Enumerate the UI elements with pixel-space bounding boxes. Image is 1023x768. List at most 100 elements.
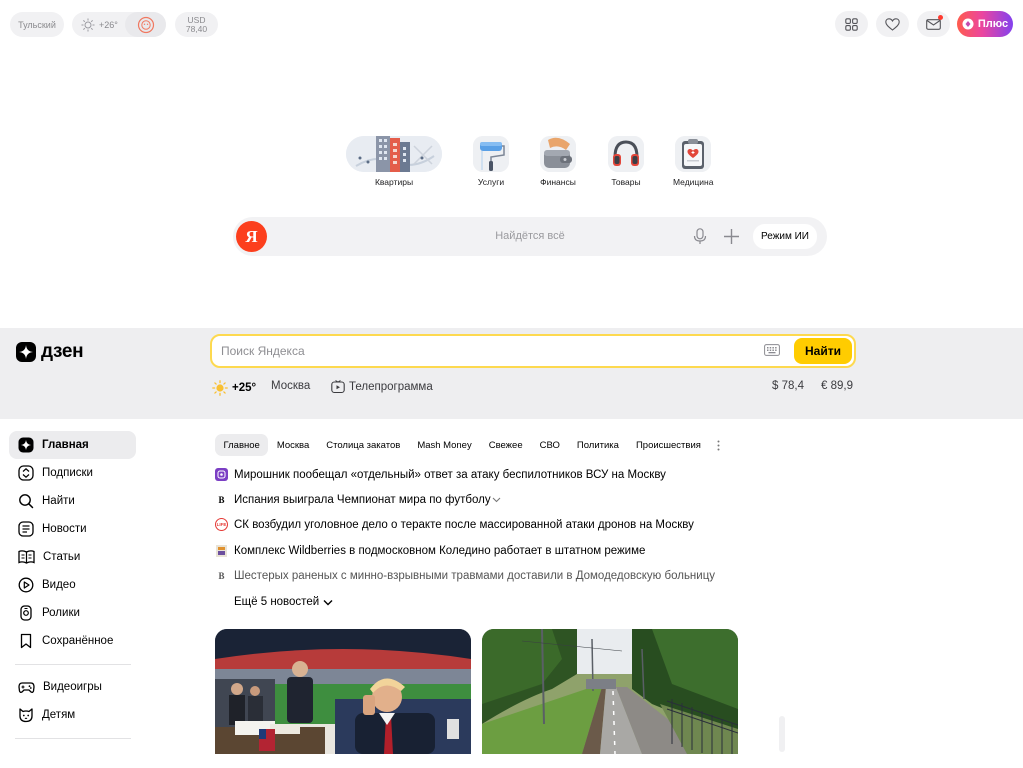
search-icon [19,494,34,509]
sidebar-divider [15,738,131,739]
service-label: Финансы [540,177,576,187]
tab-fresh[interactable]: Свежее [480,434,531,456]
storm-face-icon [137,16,154,33]
home-icon [18,437,34,453]
sidebar-item-label: Подписки [42,467,93,479]
eur-rate[interactable]: € 89,9 [821,380,853,392]
sidebar-item-articles[interactable]: Статьи [9,543,136,571]
news-item[interactable]: LIFE СК возбудил уголовное дело о теракт… [215,518,694,531]
keyboard-icon[interactable] [764,344,780,356]
tv-program-link[interactable]: Телепрограмма [331,380,433,394]
feed-scroll-indicator[interactable] [779,716,785,752]
services-grid-button[interactable] [835,11,868,37]
tab-svo[interactable]: СВО [531,434,568,456]
more-vertical-icon [717,440,720,450]
tab-politics[interactable]: Политика [568,434,627,456]
news-source-icon: B [218,494,225,505]
service-medicina[interactable]: Медицина [673,136,713,187]
medical-clipboard-icon [675,136,712,172]
tab-moscow[interactable]: Москва [268,434,317,456]
grid-icon [845,17,858,31]
service-kvartiry[interactable]: Квартиры [346,136,442,187]
dzen-city-link[interactable]: Москва [271,380,310,392]
feed-card-image[interactable] [482,629,738,754]
mail-button[interactable] [917,11,950,37]
sidebar-item-search[interactable]: Найти [9,487,136,515]
sidebar-item-label: Главная [42,439,89,451]
sidebar-item-home[interactable]: Главная [9,431,136,459]
news-source-icon [215,468,228,481]
tab-mash-money[interactable]: Mash Money [409,434,480,456]
tab-incidents[interactable]: Происшествия [627,434,709,456]
magnetic-storm-badge[interactable] [125,12,166,37]
more-news-button[interactable]: Ещё 5 новостей [234,596,333,608]
usd-rate[interactable]: $ 78,4 [772,380,804,392]
sidebar-item-label: Видео [42,579,76,591]
paint-roller-icon [473,136,509,172]
news-photo [215,629,471,754]
wallet-icon [540,136,576,172]
yandex-search-input[interactable]: Поиск Яндекса [221,344,305,358]
microphone-icon[interactable] [693,228,707,245]
sidebar-item-video[interactable]: Видео [9,571,136,599]
service-label: Медицина [673,177,714,187]
news-item[interactable]: B Шестерых раненых с минно-взрывными тра… [215,569,715,582]
sidebar-item-label: Ролики [42,607,80,619]
sidebar-item-videogames[interactable]: Видеоигры [9,673,136,701]
currency-pill[interactable]: USD 78,40 [175,12,218,37]
dzen-logo[interactable]: дзен [16,341,84,363]
eur-rate-value: € 89,9 [821,380,853,392]
region-pill[interactable]: Тульский [10,12,64,37]
sidebar-item-label: Видеоигры [43,681,102,693]
service-tovary[interactable]: Товары [608,136,644,187]
plus-label: Плюс [977,18,1009,30]
plus-logo-icon [962,18,974,30]
service-label: Товары [611,177,641,187]
sidebar-item-label: Статьи [43,551,81,563]
dzen-city: Москва [271,380,311,392]
dzen-star-icon [16,342,36,362]
find-button[interactable]: Найти [794,338,852,364]
chevron-down-icon [492,497,500,502]
weather-pill[interactable]: +26° [72,12,166,37]
news-item[interactable]: Комплекс Wildberries в подмосковном Коле… [215,544,645,557]
news-title: Испания выиграла Чемпионат мира по футбо… [234,493,491,506]
building-icon [346,136,442,172]
sidebar-item-label: Сохранённое [42,635,114,647]
ai-mode-button[interactable]: Режим ИИ [753,224,817,249]
articles-icon [18,550,35,564]
region-label: Тульский [18,19,56,30]
favorites-button[interactable] [876,11,909,37]
yandex-search-box[interactable]: Поиск Яндекса Найти [210,334,856,368]
dzen-weather[interactable]: +25° [212,380,256,396]
service-uslugi[interactable]: Услуги [473,136,509,187]
currency-value: 78,40 [185,23,208,34]
gamepad-icon [18,682,35,693]
mail-icon [926,18,941,30]
news-item[interactable]: Мирошник пообещал «отдельный» ответ за а… [215,468,666,481]
news-photo [482,629,738,754]
sidebar-item-shorts[interactable]: Ролики [9,599,136,627]
plus-button[interactable]: Плюс [957,11,1013,37]
dzen-logo-text: дзен [41,341,84,362]
news-title: СК возбудил уголовное дело о теракте пос… [234,518,694,531]
sidebar-item-kids[interactable]: Детям [9,701,136,729]
sidebar-item-subscriptions[interactable]: Подписки [9,459,136,487]
news-title: Шестерых раненых с минно-взрывными травм… [234,569,716,582]
sun-icon [81,18,95,31]
chevron-down-icon [323,599,333,605]
service-finansy[interactable]: Финансы [540,136,576,187]
shorts-icon [20,605,32,621]
tabs-more-button[interactable] [709,434,728,456]
news-source-icon: LIFE [215,518,228,531]
news-item[interactable]: B Испания выиграла Чемпионат мира по фут… [215,493,501,506]
add-icon[interactable] [723,228,740,245]
tab-sunsets[interactable]: Столица закатов [318,434,409,456]
feed-card-image[interactable] [215,629,471,754]
service-label: Квартиры [374,177,414,187]
sidebar-item-saved[interactable]: Сохранённое [9,627,136,655]
main-search-bar[interactable]: Я Найдётся всё Режим ИИ [233,217,827,256]
tab-main[interactable]: Главное [215,434,269,456]
sidebar-item-news[interactable]: Новости [9,515,136,543]
heart-icon [885,17,900,31]
